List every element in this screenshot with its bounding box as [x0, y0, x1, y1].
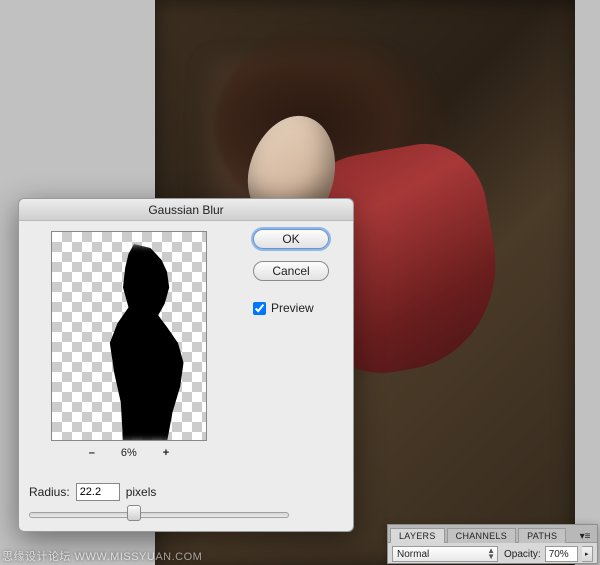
zoom-level: 6%	[121, 447, 137, 459]
dialog-title: Gaussian Blur	[19, 199, 353, 221]
ok-button[interactable]: OK	[253, 229, 329, 249]
tab-paths[interactable]: PATHS	[518, 528, 566, 543]
panel-menu-icon[interactable]: ▾≡	[577, 531, 593, 542]
blend-mode-select[interactable]: Normal ▲▼	[392, 546, 498, 562]
preview-checkbox[interactable]	[253, 302, 266, 315]
opacity-dropdown-icon[interactable]: ▸	[582, 546, 594, 562]
opacity-value: 70%	[549, 549, 569, 560]
radius-slider-thumb[interactable]	[127, 505, 141, 521]
opacity-label: Opacity:	[504, 549, 541, 560]
preview-checkbox-row[interactable]: Preview	[253, 301, 314, 315]
updown-icon: ▲▼	[487, 548, 495, 560]
cancel-button[interactable]: Cancel	[253, 261, 329, 281]
radius-label: Radius:	[29, 485, 70, 499]
radius-input[interactable]	[76, 483, 120, 501]
zoom-in-button[interactable]: +	[163, 447, 169, 459]
tab-layers[interactable]: LAYERS	[390, 528, 445, 543]
watermark-text: 思缘设计论坛 WWW.MISSYUAN.COM	[2, 548, 202, 564]
zoom-out-button[interactable]: –	[89, 447, 95, 459]
gaussian-blur-dialog: Gaussian Blur – 6% + OK Cancel Preview R…	[18, 198, 354, 532]
preview-silhouette	[90, 244, 200, 441]
opacity-input[interactable]: 70%	[545, 546, 578, 562]
blend-mode-value: Normal	[397, 549, 429, 560]
tab-channels[interactable]: CHANNELS	[447, 528, 516, 543]
preview-checkbox-label: Preview	[271, 301, 314, 315]
radius-slider-track[interactable]	[29, 512, 289, 518]
radius-unit: pixels	[126, 485, 157, 499]
blur-preview[interactable]	[51, 231, 207, 441]
layers-panel: LAYERS CHANNELS PATHS ▾≡ Normal ▲▼ Opaci…	[387, 524, 598, 564]
